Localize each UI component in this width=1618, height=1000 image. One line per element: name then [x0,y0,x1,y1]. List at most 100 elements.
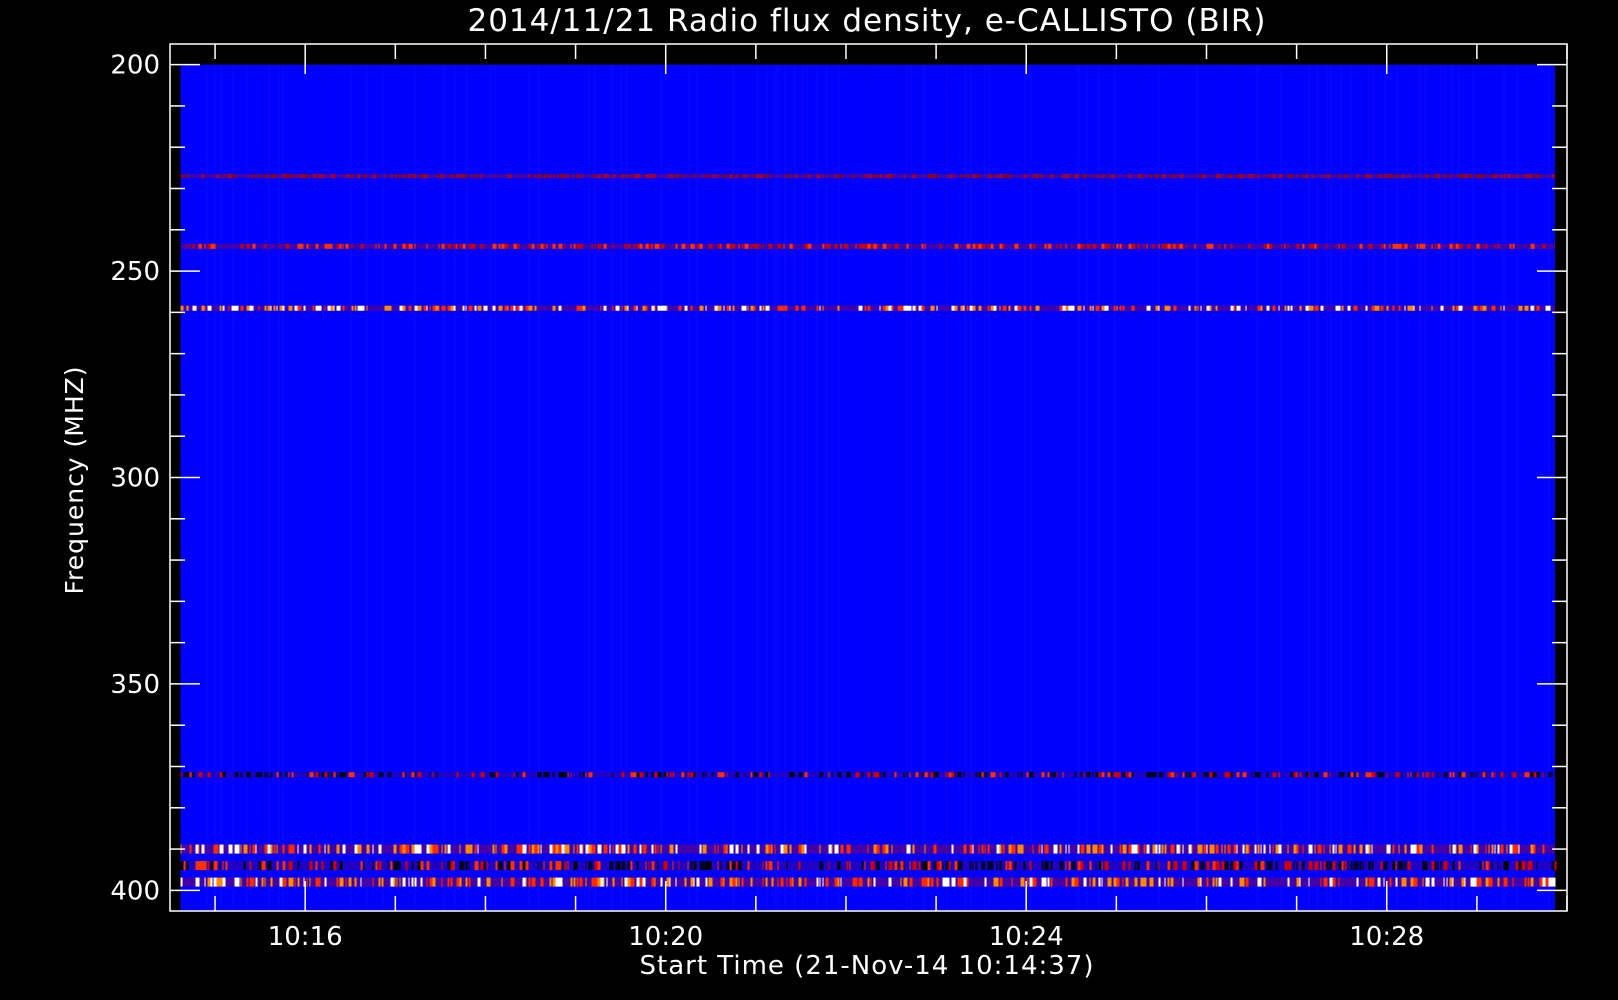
band-segment [786,305,788,311]
band-segment [1014,861,1017,871]
band-segment [192,772,195,778]
band-segment [1122,305,1125,311]
band-segment [1155,844,1158,854]
band-segment [1206,844,1208,854]
band-segment [306,174,309,179]
band-segment [846,844,850,854]
band-segment [387,772,392,778]
band-segment [1146,861,1150,871]
band-segment [681,772,685,778]
band-segment [972,243,976,249]
band-segment [1101,243,1105,249]
band-segment [1512,772,1517,778]
band-segment [603,243,607,249]
band-segment [351,174,354,179]
band-segment [1197,305,1199,311]
noise-streak [414,64,416,911]
band-segment [654,305,656,311]
band-segment [237,877,240,887]
band-segment [723,305,725,311]
noise-streak [756,64,758,911]
band-segment [870,174,873,179]
band-segment [1533,772,1537,778]
band-segment [270,772,273,778]
band-segment [927,877,930,887]
band-segment [1107,772,1111,778]
band-segment [702,174,704,179]
band-segment [1482,861,1484,871]
noise-streak [788,64,790,911]
band-segment [966,305,969,311]
band-segment [552,305,556,311]
band-segment [1395,174,1399,179]
band-segment [246,772,251,778]
band-segment [1002,844,1005,854]
band-segment [1530,772,1534,778]
band-segment [816,174,821,179]
band-segment [267,861,271,871]
band-segment [1011,844,1016,854]
band-segment [429,844,433,854]
band-segment [180,877,183,887]
band-segment [1368,772,1372,778]
band-segment [276,305,278,311]
band-segment [1170,861,1172,871]
band-segment [204,861,207,871]
band-segment [1188,305,1191,311]
band-segment [393,877,396,887]
band-segment [468,305,473,311]
band-segment [513,305,516,311]
band-segment [522,877,526,887]
band-segment [717,844,719,854]
band-segment [1041,844,1043,854]
band-segment [1392,305,1395,311]
band-segment [1263,844,1266,854]
band-segment [579,772,581,778]
band-segment [1518,844,1520,854]
band-segment [885,861,887,871]
band-segment [1386,844,1391,854]
band-segment [903,772,905,778]
band-segment [234,305,239,311]
band-segment [357,844,362,854]
band-segment [621,861,626,871]
band-segment [1548,772,1553,778]
band-segment [264,772,267,778]
band-segment [1284,305,1287,311]
band-segment [393,844,397,854]
band-segment [1170,772,1175,778]
band-segment [396,877,398,887]
band-segment [282,877,287,887]
band-segment [657,243,660,249]
band-segment [1215,844,1219,854]
band-segment [1419,844,1423,854]
band-segment [990,861,994,871]
band-segment [1308,772,1310,778]
band-segment [441,844,443,854]
band-segment [1146,844,1150,854]
band-segment [1152,772,1157,778]
band-segment [981,861,986,871]
band-segment [933,844,937,854]
band-segment [1479,877,1482,887]
band-segment [1314,305,1319,311]
noise-streak [360,64,362,911]
band-segment [1218,243,1221,249]
band-segment [1086,243,1091,249]
noise-streak [1426,64,1428,911]
band-segment [1023,305,1027,311]
band-segment [1497,844,1500,854]
band-segment [291,861,293,871]
band-segment [966,174,970,179]
band-segment [675,243,678,249]
band-segment [1440,305,1444,311]
band-segment [636,861,639,871]
band-segment [1095,772,1099,778]
band-segment [1011,877,1013,887]
band-segment [669,844,673,854]
band-segment [801,844,805,854]
band-segment [291,877,294,887]
band-segment [669,174,673,179]
band-segment [1395,877,1398,887]
band-segment [705,174,709,179]
